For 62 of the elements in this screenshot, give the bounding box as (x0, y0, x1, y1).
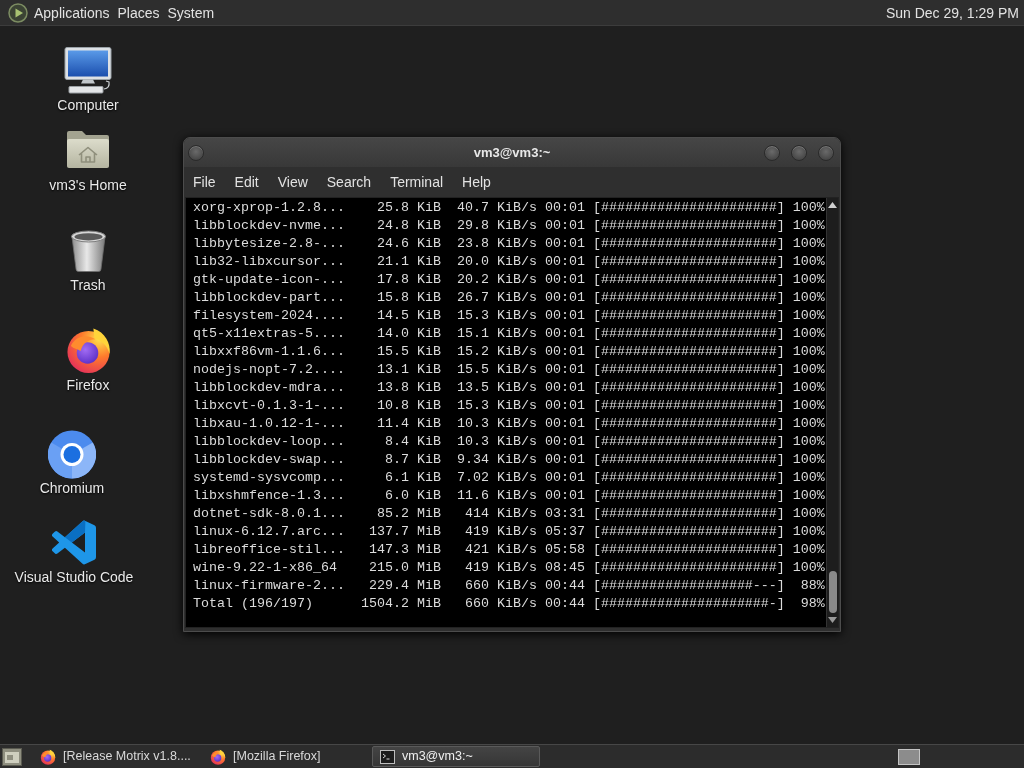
taskbar-task[interactable]: vm3@vm3:~ (372, 746, 540, 767)
terminal-line: linux-firmware-2... 229.4 MiB 660 KiB/s 00:44 [###################---] 88% (193, 577, 826, 595)
menu-item[interactable]: View (269, 173, 316, 191)
terminal-line: gtk-update-icon-... 17.8 KiB 20.2 KiB/s 00:01 [######################] 100% (193, 271, 826, 289)
terminal-line: dotnet-sdk-8.0.1... 85.2 MiB 414 KiB/s 03:31 [######################] 100% (193, 505, 826, 523)
terminal-line: libbytesize-2.8-... 24.6 KiB 23.8 KiB/s 00:01 [######################] 100% (193, 235, 826, 253)
terminal-line: libreoffice-stil... 147.3 MiB 421 KiB/s 05:58 [######################] 100% (193, 541, 826, 559)
terminal-line: libblockdev-loop... 8.4 KiB 10.3 KiB/s 00:01 [######################] 100% (193, 433, 826, 451)
desktop-icon-label[interactable]: Chromium (39, 480, 105, 496)
terminal-line: libblockdev-nvme... 24.8 KiB 29.8 KiB/s 00:01 [######################] 100% (193, 217, 826, 235)
terminal-line: libxshmfence-1.3... 6.0 KiB 11.6 KiB/s 00:01 [######################] 100% (193, 487, 826, 505)
taskbar-task[interactable]: [Mozilla Firefox] (202, 746, 370, 767)
terminal-line: wine-9.22-1-x86_64 215.0 MiB 419 KiB/s 08:45 [######################] 100% (193, 559, 826, 577)
terminal-line: nodejs-nopt-7.2.... 13.1 KiB 15.5 KiB/s 00:01 [######################] 100% (193, 361, 826, 379)
window-title: vm3@vm3:~ (473, 143, 551, 162)
terminal-window-icon[interactable] (380, 749, 395, 764)
desktop-icon-label[interactable]: Trash (70, 277, 106, 293)
desktop-icon-label[interactable]: Firefox (66, 377, 110, 393)
trash-can-icon[interactable] (69, 230, 107, 272)
panel-menu[interactable]: Places (113, 3, 164, 22)
terminal-line: systemd-sysvcomp... 6.1 KiB 7.02 KiB/s 00:01 [######################] 100% (193, 469, 826, 487)
terminal-line: libblockdev-swap... 8.7 KiB 9.34 KiB/s 00:01 [######################] 100% (193, 451, 826, 469)
menu-item[interactable]: File (185, 173, 224, 191)
terminal-line: filesystem-2024.... 14.5 KiB 15.3 KiB/s 00:01 [######################] 100% (193, 307, 826, 325)
menu-item[interactable]: Help (454, 173, 499, 191)
terminal-line: Total (196/197) 1504.2 MiB 660 KiB/s 00:44 [#####################-] 98% (193, 595, 826, 613)
firefox-logo-icon[interactable] (210, 748, 226, 765)
clock[interactable]: Sun Dec 29, 1:29 PM (885, 3, 1019, 22)
terminal-line: libxxf86vm-1.1.6... 15.5 KiB 15.2 KiB/s 00:01 [######################] 100% (193, 343, 826, 361)
terminal-line: linux-6.12.7.arc... 137.7 MiB 419 KiB/s 05:37 [######################] 100% (193, 523, 826, 541)
chromium-logo-icon[interactable] (48, 430, 96, 479)
terminal-line: qt5-x11extras-5.... 14.0 KiB 15.1 KiB/s 00:01 [######################] 100% (193, 325, 826, 343)
home-folder-icon[interactable] (66, 129, 110, 169)
minimize-button[interactable] (764, 144, 780, 161)
terminal-line: xorg-xprop-1.2.8... 25.8 KiB 40.7 KiB/s 00:01 [######################] 100% (193, 199, 826, 217)
panel-menu[interactable]: Applications (30, 3, 114, 22)
vscode-logo-icon[interactable] (52, 520, 96, 565)
menu-item[interactable]: Search (318, 173, 380, 191)
window-menu-button[interactable] (188, 144, 204, 161)
scrollbar-thumb[interactable] (828, 571, 837, 613)
desktop-icon-label[interactable]: vm3's Home (49, 177, 127, 193)
terminal-line: libblockdev-part... 15.8 KiB 26.7 KiB/s 00:01 [######################] 100% (193, 289, 826, 307)
terminal-line: lib32-libxcursor... 21.1 KiB 20.0 KiB/s 00:01 [######################] 100% (193, 253, 826, 271)
terminal-line: libxau-1.0.12-1-... 11.4 KiB 10.3 KiB/s 00:01 [######################] 100% (193, 415, 826, 433)
scrollbar[interactable] (826, 198, 838, 627)
show-desktop-icon[interactable] (2, 747, 22, 766)
close-button[interactable] (818, 144, 834, 161)
menu-item[interactable]: Edit (226, 173, 267, 191)
terminal-line: libblockdev-mdra... 13.8 KiB 13.5 KiB/s 00:01 [######################] 100% (193, 379, 826, 397)
workspace-switcher[interactable] (898, 748, 920, 765)
play-logo-icon[interactable] (8, 2, 28, 23)
firefox-logo-icon[interactable] (64, 326, 112, 374)
desktop-icon-label[interactable]: Computer (57, 97, 119, 113)
taskbar-task[interactable]: [Release Motrix v1.8.... (32, 746, 200, 767)
scroll-down-arrow-icon[interactable] (828, 617, 837, 623)
desktop-icon-label[interactable]: Visual Studio Code (14, 569, 134, 585)
menu-item[interactable]: Terminal (382, 173, 452, 191)
scroll-up-arrow-icon[interactable] (828, 202, 837, 208)
terminal-line: libxcvt-0.1.3-1-... 10.8 KiB 15.3 KiB/s 00:01 [######################] 100% (193, 397, 826, 415)
firefox-logo-icon[interactable] (40, 748, 56, 765)
computer-monitor-icon[interactable] (64, 47, 112, 94)
panel-menu[interactable]: System (163, 3, 219, 22)
